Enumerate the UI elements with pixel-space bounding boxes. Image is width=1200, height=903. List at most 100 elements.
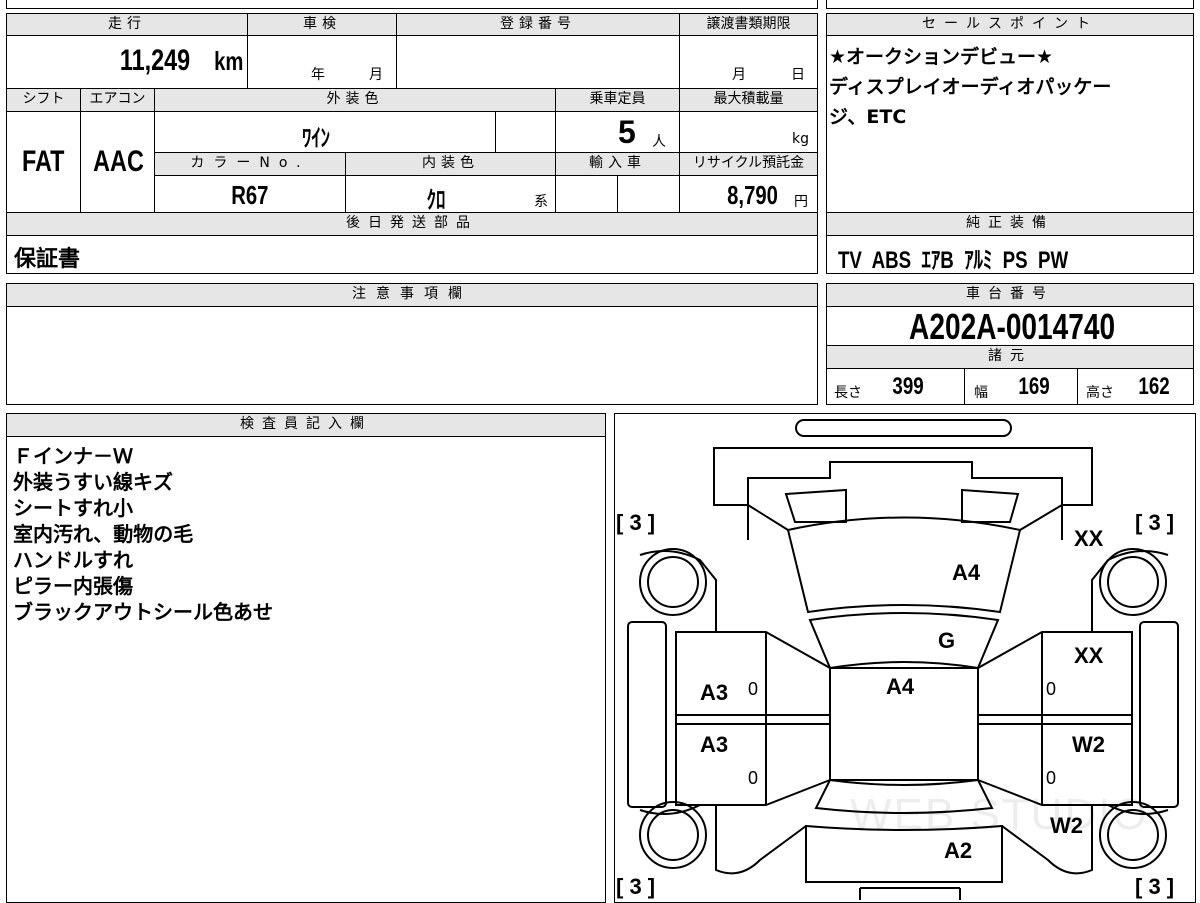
interior-color-cell — [345, 175, 556, 213]
registration-cell — [396, 35, 680, 89]
color-no-header: カラーNo. — [154, 152, 346, 176]
aircon-value: AAC — [93, 145, 144, 178]
damage-right-rear-fender: W2 — [1050, 813, 1083, 838]
inspector-notes-list: Ｆインナ－Ｗ 外装うすい線キズ シートすれ小 室内汚れ、動物の毛 ハンドルすれ … — [13, 443, 273, 625]
damage-right-rear-door: W2 — [1072, 732, 1105, 757]
capacity-header: 乗車定員 — [555, 88, 680, 112]
tire-rear-left-shape — [639, 801, 707, 869]
transfer-deadline-header: 譲渡書類期限 — [679, 13, 818, 36]
inspector-notes-header: 検査員記入欄 — [6, 413, 606, 437]
shift-header: シフト — [6, 88, 81, 112]
specs-header: 諸元 — [826, 345, 1194, 369]
tire-tread-front-left: [ 3 ] — [616, 510, 656, 535]
spec-length-label: 長さ — [834, 385, 862, 401]
spec-height-value: 162 — [1138, 373, 1170, 400]
damage-right-front-fender: XX — [1074, 526, 1104, 551]
inspector-note: 室内汚れ、動物の毛 — [13, 522, 194, 546]
recycle-header: リサイクル預託金 — [679, 152, 818, 176]
shift-value: FAT — [21, 145, 65, 178]
registration-header: 登録番号 — [396, 13, 680, 36]
inspection-header: 車検 — [247, 13, 397, 36]
recycle-unit: 円 — [794, 194, 808, 210]
right-side-strip — [1139, 621, 1179, 808]
front-panel-shape — [713, 447, 1093, 506]
sales-point-line: ディスプレイオーディオパッケー — [829, 76, 1112, 98]
damage-hood: A4 — [952, 560, 981, 585]
watermark: WEB STUDIO — [850, 790, 1149, 839]
inspector-note: Ｆインナ－Ｗ — [13, 444, 133, 468]
mileage-value: 11,249 — [119, 44, 191, 77]
recycle-value: 8,790 — [727, 180, 778, 210]
tire-front-right-shape — [1099, 548, 1167, 616]
top-strip — [6, 0, 818, 9]
damage-roof: A4 — [886, 674, 915, 699]
capacity-value: 5 — [618, 114, 636, 150]
inspector-note: ブラックアウトシール色あせ — [13, 600, 273, 624]
tire-rear-left-inner — [647, 809, 699, 861]
damage-left-rear-door-small: 0 — [748, 768, 759, 788]
transfer-day: 日 — [791, 67, 805, 83]
damage-windshield: G — [938, 628, 956, 653]
max-load-header: 最大積載量 — [679, 88, 818, 112]
tire-front-left-inner — [647, 556, 699, 608]
import-header: 輸入車 — [555, 152, 680, 176]
damage-right-rear-door-small: 0 — [1046, 768, 1057, 788]
inspector-note: 外装うすい線キズ — [13, 470, 173, 494]
headlight-left-shape — [784, 488, 847, 523]
spec-width-value: 169 — [1018, 373, 1050, 400]
damage-left-front-door: A3 — [700, 680, 729, 705]
mileage-unit: km — [214, 46, 244, 76]
tire-front-right-inner — [1107, 556, 1159, 608]
inspection-month: 月 — [369, 67, 383, 83]
standard-equipment-header: 純正装備 — [826, 212, 1194, 236]
standard-equipment-value: TV ABS ｴｱB ｱﾙﾐ PS PW — [838, 247, 1069, 274]
mileage-header: 走行 — [6, 13, 248, 36]
interior-color-value: ｸﾛ — [426, 187, 446, 214]
transfer-month: 月 — [732, 67, 746, 83]
exterior-color-header: 外装色 — [154, 88, 556, 112]
headlight-right-shape — [961, 488, 1020, 523]
later-parts-value: 保証書 — [14, 247, 81, 272]
top-strip-right — [826, 0, 1194, 9]
sales-points-text: ★オークションデビュー★ ディスプレイオーディオパッケー ジ、ETC — [829, 42, 1111, 132]
exterior-color-extra-cell — [495, 111, 556, 153]
damage-left-rear-door: A3 — [700, 732, 729, 757]
inspector-note: ハンドルすれ — [13, 548, 133, 572]
left-side-strip — [627, 621, 667, 808]
tire-tread-front-right: [ 3 ] — [1135, 510, 1175, 535]
left-rear-quarter — [715, 805, 807, 875]
inspector-note: シートすれ小 — [13, 496, 133, 520]
hood-shape — [786, 516, 1022, 614]
capacity-unit: 人 — [652, 134, 666, 150]
sales-point-line: ジ、ETC — [829, 106, 907, 128]
inspector-note: ピラー内張傷 — [13, 574, 133, 598]
chassis-number: A202A-0014740 — [908, 306, 1116, 347]
sales-point-line: ★オークションデビュー★ — [829, 46, 1054, 68]
sales-points-header: セールスポイント — [826, 13, 1194, 36]
color-no-value: R67 — [231, 180, 269, 210]
import-cell-b — [617, 175, 680, 213]
caution-header: 注意事項欄 — [6, 283, 818, 307]
spec-height-label: 高さ — [1086, 385, 1114, 401]
rear-bumper-shape — [859, 887, 961, 900]
damage-left-front-door-small: 0 — [748, 679, 759, 699]
tire-tread-rear-right: [ 3 ] — [1135, 874, 1175, 899]
aircon-header: エアコン — [80, 88, 155, 112]
chassis-header: 車台番号 — [826, 283, 1194, 307]
interior-color-header: 内装色 — [345, 152, 556, 176]
max-load-unit: kg — [792, 131, 809, 147]
tire-front-left-shape — [639, 548, 707, 616]
interior-color-suffix: 系 — [534, 194, 548, 210]
tire-tread-rear-left: [ 3 ] — [616, 874, 656, 899]
exterior-color-value: ﾜｲﾝ — [301, 125, 331, 152]
front-bumper-shape — [795, 419, 1012, 437]
damage-rear: A2 — [944, 838, 973, 863]
spec-length-value: 399 — [892, 373, 924, 400]
damage-right-front-door: XX — [1074, 643, 1104, 668]
damage-right-front-door-small: 0 — [1046, 679, 1057, 699]
inspection-year: 年 — [311, 67, 325, 83]
later-parts-header: 後日発送部品 — [6, 212, 818, 236]
windshield-shape — [808, 612, 1000, 670]
import-cell-a — [555, 175, 618, 213]
spec-width-label: 幅 — [974, 385, 988, 401]
